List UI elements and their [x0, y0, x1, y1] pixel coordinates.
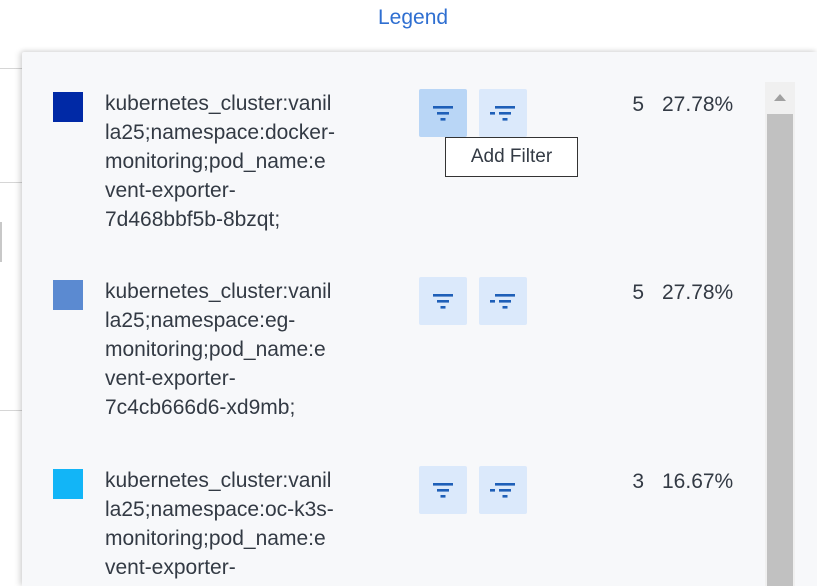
add-filter-tooltip: Add Filter — [445, 137, 578, 177]
filter-exclude-icon — [490, 483, 515, 498]
caret-up-icon — [774, 93, 786, 101]
background-divider — [0, 222, 2, 262]
filter-exclude-icon — [490, 106, 515, 121]
include-filter-button[interactable] — [419, 89, 467, 137]
scroll-up-button[interactable] — [765, 82, 795, 112]
legend-item-percent: 16.67% — [662, 470, 734, 493]
background-divider — [0, 68, 22, 69]
scrollbar-thumb[interactable] — [767, 114, 793, 586]
legend-item-label: kubernetes_cluster:vanil la25;namespace:… — [105, 280, 332, 419]
legend-item-label: kubernetes_cluster:vanil la25;namespace:… — [105, 469, 334, 579]
color-swatch — [53, 469, 83, 499]
filter-icon — [433, 483, 453, 498]
include-filter-button[interactable] — [419, 277, 467, 325]
legend-item-count: 5 — [632, 281, 644, 304]
exclude-filter-button[interactable] — [479, 277, 527, 325]
include-filter-button[interactable] — [419, 466, 467, 514]
color-swatch — [53, 92, 83, 122]
filter-icon — [433, 106, 453, 121]
page: Legend kubernetes_cluster:vanil la25;nam… — [0, 0, 817, 586]
background-divider — [0, 182, 22, 183]
legend-item-count: 3 — [632, 470, 644, 493]
exclude-filter-button[interactable] — [479, 466, 527, 514]
background-divider — [0, 410, 22, 411]
legend-item-percent: 27.78% — [662, 281, 734, 304]
legend-item-percent: 27.78% — [662, 93, 734, 116]
legend-item-label: kubernetes_cluster:vanil la25;namespace:… — [105, 92, 335, 231]
legend-item-count: 5 — [632, 93, 644, 116]
exclude-filter-button[interactable] — [479, 89, 527, 137]
filter-icon — [433, 294, 453, 309]
color-swatch — [53, 280, 83, 310]
filter-exclude-icon — [490, 294, 515, 309]
legend-panel: kubernetes_cluster:vanil la25;namespace:… — [22, 52, 817, 586]
legend-link[interactable]: Legend — [378, 6, 448, 30]
